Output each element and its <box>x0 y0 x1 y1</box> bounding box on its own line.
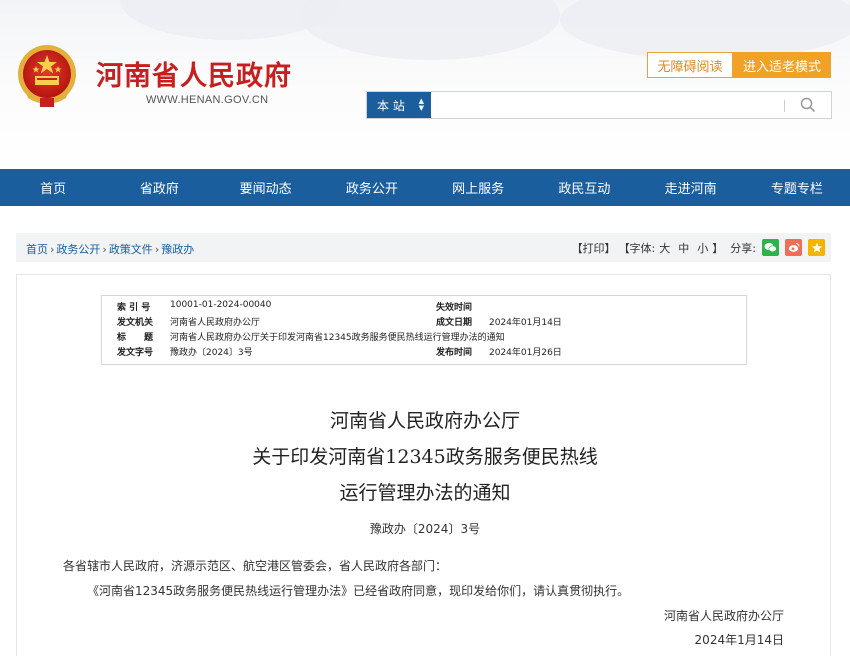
search-divider <box>784 100 785 112</box>
meta-expiry-label: 失效时间 <box>436 303 473 313</box>
national-emblem-icon <box>18 45 76 107</box>
site-url: WWW.HENAN.GOV.CN <box>146 94 269 106</box>
breadcrumb-separator: › <box>102 243 107 256</box>
document-title-line-3: 运行管理办法的通知 <box>339 482 511 504</box>
nav-item-special-topics[interactable]: 专题专栏 <box>744 169 850 206</box>
meta-row: 标 题 河南省人民政府办公厅关于印发河南省12345政务服务便民热线运行管理办法… <box>102 330 746 345</box>
nav-item-news[interactable]: 要闻动态 <box>213 169 319 206</box>
meta-title-value: 河南省人民政府办公厅关于印发河南省12345政务服务便民热线运行管理办法的通知 <box>170 333 505 343</box>
font-size-small[interactable]: 小 <box>697 240 708 256</box>
weibo-icon[interactable] <box>785 239 802 256</box>
print-link[interactable]: 【打印】 <box>572 240 616 256</box>
document-date: 2024年1月14日 <box>694 633 784 647</box>
search-box: 本 站 ▲ ▼ <box>366 91 832 119</box>
breadcrumb-home[interactable]: 首页 <box>26 243 48 256</box>
breadcrumb-policy-documents[interactable]: 政策文件 <box>109 243 153 256</box>
nav-item-online-services[interactable]: 网上服务 <box>425 169 531 206</box>
meta-row: 发文字号 豫政办〔2024〕3号 发布时间 2024年01月26日 <box>102 345 746 360</box>
meta-date-value: 2024年01月14日 <box>489 318 562 328</box>
meta-docno-value: 豫政办〔2024〕3号 <box>170 348 253 358</box>
elder-mode-button[interactable]: 进入适老模式 <box>733 52 831 78</box>
header-cloud-decoration <box>120 0 340 40</box>
accessibility-reading-button[interactable]: 无障碍阅读 <box>647 52 733 78</box>
font-size-label: 【字体: <box>618 241 656 255</box>
nav-item-about-henan[interactable]: 走进河南 <box>638 169 744 206</box>
page-tools: 【打印】 【字体: 大 中 小 】 分享: <box>572 239 825 256</box>
document-signature: 河南省人民政府办公厅 <box>663 609 784 623</box>
share-label: 分享: <box>730 241 756 255</box>
site-header: 河南省人民政府 WWW.HENAN.GOV.CN 无障碍阅读 进入适老模式 本 … <box>0 0 850 169</box>
meta-index-label: 索 引 号 <box>117 303 151 313</box>
search-scope-select[interactable]: 本 站 ▲ ▼ <box>367 92 431 118</box>
meta-issuer-label: 发文机关 <box>117 318 154 328</box>
document-body-paragraph: 《河南省12345政务服务便民热线运行管理办法》已经省政府同意，现印发给你们，请… <box>87 584 630 598</box>
favorite-star-icon[interactable] <box>808 239 825 256</box>
meta-publish-value: 2024年01月26日 <box>489 348 562 358</box>
meta-docno-label: 发文字号 <box>117 348 154 358</box>
wechat-icon[interactable] <box>762 239 779 256</box>
breadcrumb-yuzhengban[interactable]: 豫政办 <box>161 243 194 256</box>
breadcrumb-government-affairs[interactable]: 政务公开 <box>56 243 100 256</box>
nav-item-interaction[interactable]: 政民互动 <box>531 169 637 206</box>
document-number: 豫政办〔2024〕3号 <box>369 522 481 536</box>
meta-publish-label: 发布时间 <box>436 348 473 358</box>
sort-arrows-icon: ▲ ▼ <box>418 97 424 112</box>
nav-item-home[interactable]: 首页 <box>0 169 106 206</box>
meta-issuer-value: 河南省人民政府办公厅 <box>170 318 261 328</box>
search-icon[interactable] <box>799 96 817 114</box>
nav-item-provincial-government[interactable]: 省政府 <box>106 169 212 206</box>
meta-index-value: 10001-01-2024-00040 <box>170 300 272 310</box>
font-size-close: 】 <box>712 241 724 255</box>
header-cloud-decoration <box>300 0 560 60</box>
meta-title-label: 标 题 <box>117 333 154 343</box>
meta-row: 发文机关 河南省人民政府办公厅 成文日期 2024年01月14日 <box>102 315 746 330</box>
font-size-large[interactable]: 大 <box>659 240 670 256</box>
document-title-line-1: 河南省人民政府办公厅 <box>329 410 520 432</box>
breadcrumb: 首页 › 政务公开 › 政策文件 › 豫政办 <box>26 241 194 257</box>
breadcrumb-separator: › <box>50 243 55 256</box>
document-salutation: 各省辖市人民政府，济源示范区、航空港区管委会，省人民政府各部门： <box>63 559 448 573</box>
search-input[interactable] <box>433 94 773 116</box>
font-size-medium[interactable]: 中 <box>678 240 689 256</box>
search-scope-label: 本 站 <box>377 98 405 113</box>
header-cloud-decoration <box>560 0 850 60</box>
meta-date-label: 成文日期 <box>436 318 473 328</box>
breadcrumb-bar: 首页 › 政务公开 › 政策文件 › 豫政办 【打印】 【字体: 大 中 小 】 分享: <box>16 233 831 262</box>
document-title-line-2: 关于印发河南省12345政务服务便民热线 <box>252 446 598 468</box>
site-title[interactable]: 河南省人民政府 <box>96 54 292 93</box>
nav-item-government-affairs[interactable]: 政务公开 <box>319 169 425 206</box>
main-nav: 首页 省政府 要闻动态 政务公开 网上服务 政民互动 走进河南 专题专栏 <box>0 169 850 206</box>
document-meta-table: 索 引 号 10001-01-2024-00040 失效时间 发文机关 河南省人… <box>101 295 747 365</box>
breadcrumb-separator: › <box>154 243 160 256</box>
meta-row: 索 引 号 10001-01-2024-00040 失效时间 <box>102 300 746 315</box>
